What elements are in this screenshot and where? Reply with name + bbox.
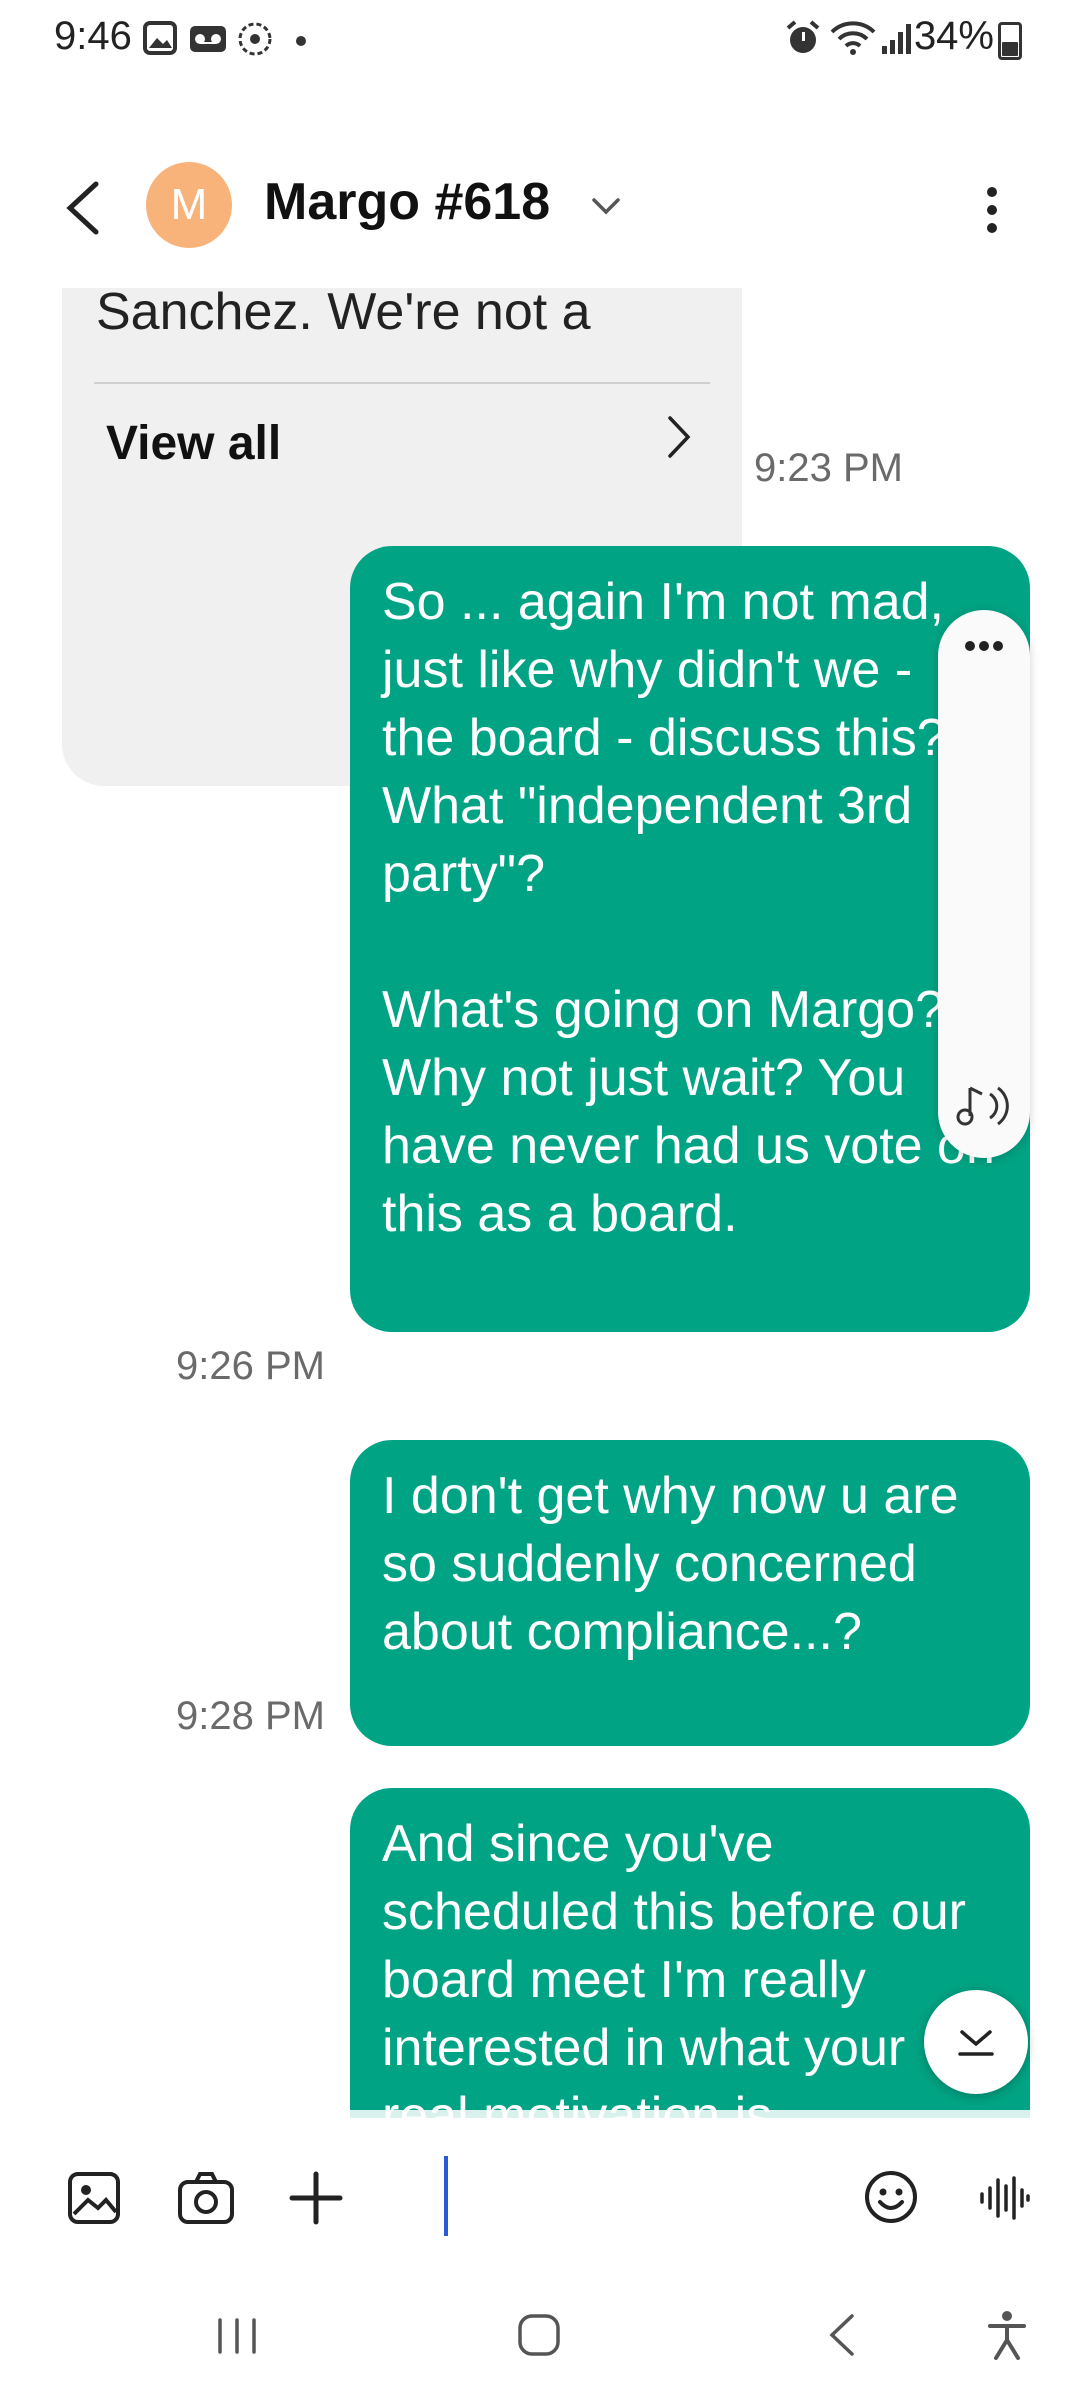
battery-percentage: 34% <box>913 14 994 58</box>
wifi-icon <box>830 21 876 55</box>
sync-notification-icon <box>238 22 272 56</box>
emoji-button[interactable] <box>862 2168 920 2226</box>
contact-name[interactable]: Margo #618 <box>264 172 550 232</box>
message-timestamp: 9:28 PM <box>176 1694 325 1738</box>
divider <box>94 382 710 384</box>
image-notification-icon <box>143 21 177 55</box>
add-attachment-button[interactable] <box>286 2168 346 2228</box>
voicemail-notification-icon <box>190 26 226 52</box>
text-cursor <box>444 2156 448 2236</box>
chevron-down-icon[interactable] <box>588 192 624 222</box>
system-navigation-bar <box>0 2290 1080 2400</box>
compose-bar <box>0 2148 1080 2250</box>
avatar[interactable]: M <box>146 162 232 248</box>
alarm-icon <box>786 20 820 53</box>
more-horizontal-icon[interactable] <box>962 638 1006 654</box>
gallery-button[interactable] <box>66 2170 122 2226</box>
message-timestamp: 9:26 PM <box>176 1344 325 1388</box>
recents-button[interactable] <box>214 2316 260 2356</box>
more-notifications-dot-icon <box>296 36 306 46</box>
read-aloud-icon[interactable] <box>956 1080 1014 1130</box>
back-button[interactable] <box>58 178 108 238</box>
voice-input-button[interactable] <box>976 2170 1032 2226</box>
message-timestamp: 9:23 PM <box>754 446 903 490</box>
quick-actions-panel <box>938 610 1030 1158</box>
incoming-message-text: Sanchez. We're not a <box>96 288 591 341</box>
battery-icon <box>998 22 1022 60</box>
sent-message-bubble[interactable]: And since you've scheduled this before o… <box>350 1788 1030 2118</box>
home-button[interactable] <box>516 2312 562 2358</box>
message-input[interactable] <box>392 2148 926 2250</box>
status-bar: 9:46 34% <box>0 0 1080 80</box>
status-time: 9:46 <box>54 14 132 58</box>
sent-message-bubble[interactable]: So ... again I'm not mad, just like why … <box>350 546 1030 1332</box>
sent-message-bubble[interactable]: I don't get why now u are so suddenly co… <box>350 1440 1030 1746</box>
chevron-down-icon <box>958 2030 994 2056</box>
nav-back-button[interactable] <box>824 2312 860 2358</box>
signal-icon <box>882 24 911 54</box>
accessibility-button[interactable] <box>984 2308 1030 2362</box>
more-options-button[interactable] <box>972 180 1012 240</box>
camera-button[interactable] <box>176 2170 236 2226</box>
conversation-thread: Sanchez. We're not a View all 9:23 PM So… <box>0 288 1080 2118</box>
conversation-header: M Margo #618 <box>0 150 1080 270</box>
chevron-right-icon[interactable] <box>664 412 694 462</box>
view-all-button[interactable]: View all <box>106 416 281 471</box>
scroll-to-bottom-button[interactable] <box>924 1990 1028 2094</box>
